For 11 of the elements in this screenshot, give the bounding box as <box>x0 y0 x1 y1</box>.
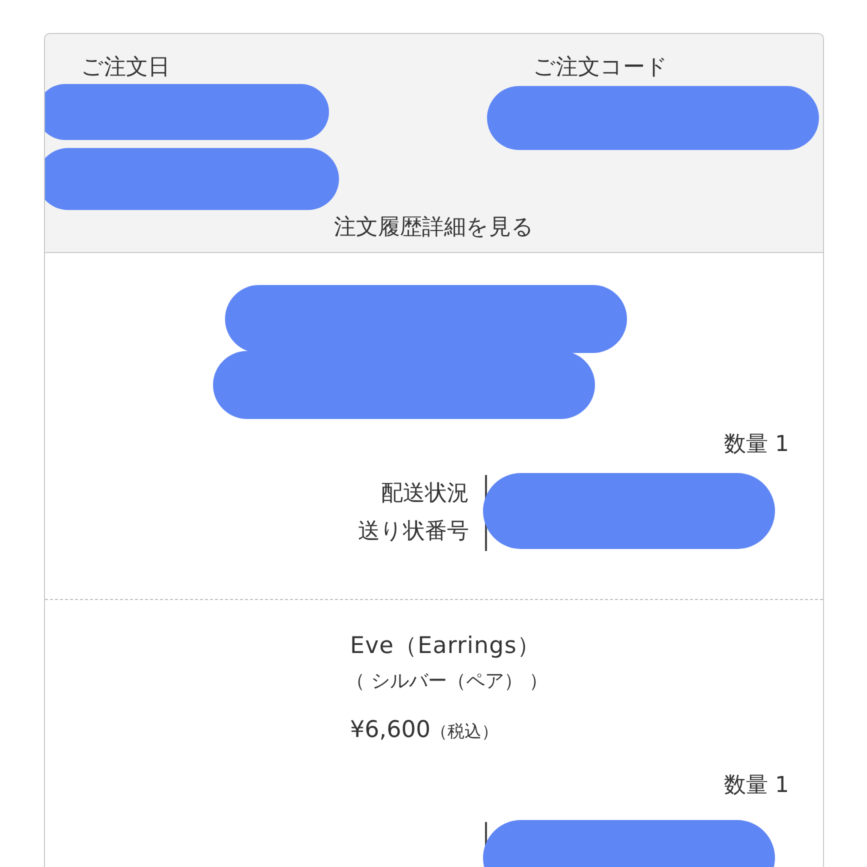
field-label: 送り状番号 <box>358 518 469 546</box>
product-price: ¥6,600 <box>350 716 430 745</box>
tax-note: （税込） <box>430 721 498 744</box>
field-label: ご注文コード <box>533 54 669 82</box>
product-variant: （ シルバー（ペア） ） <box>346 669 550 694</box>
order-history-link[interactable]: 注文履歴詳細を見る <box>45 212 823 244</box>
field-label: ご注文日 <box>81 54 171 82</box>
quantity-text: 数量 1 <box>724 431 789 459</box>
product-name: Eve（Earrings） <box>350 632 542 661</box>
quantity-text: 数量 1 <box>724 772 789 800</box>
field-label: 配送状況 <box>381 480 469 508</box>
